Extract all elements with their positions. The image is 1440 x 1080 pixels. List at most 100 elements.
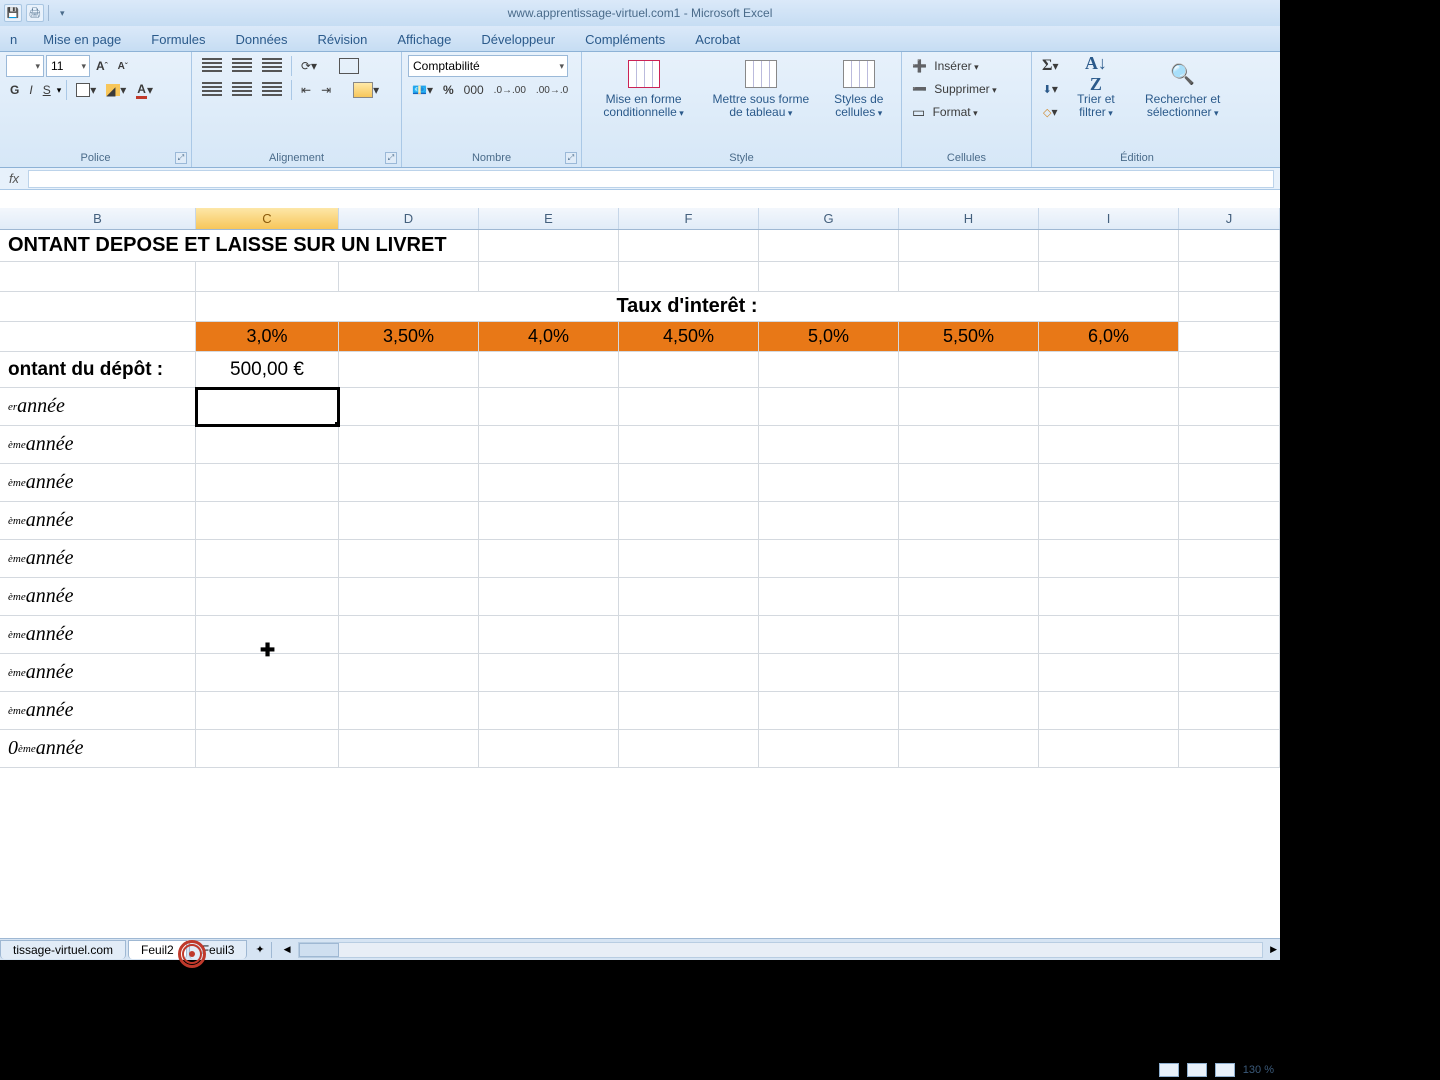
zoom-level[interactable]: 130 % bbox=[1243, 1064, 1274, 1076]
ribbon-tab-view[interactable]: Affichage bbox=[383, 28, 465, 51]
group-number: Comptabilité 💶▾ % 000 .0→.00 .00→.0 Nomb… bbox=[402, 52, 582, 167]
font-color-button[interactable]: A▾ bbox=[132, 79, 157, 101]
cell-deposit-label[interactable]: ontant du dépôt : bbox=[0, 352, 196, 388]
delete-button[interactable]: Supprimer bbox=[908, 78, 1001, 100]
ribbon-tab-addins[interactable]: Compléments bbox=[571, 28, 679, 51]
qat-dropdown-icon[interactable]: ▾ bbox=[60, 8, 65, 19]
alignment-dialog-icon[interactable]: ⤢ bbox=[385, 152, 397, 164]
fx-button[interactable]: fx bbox=[0, 171, 28, 186]
merge-button[interactable]: ▾ bbox=[349, 79, 383, 101]
decrease-decimal-button[interactable]: .00→.0 bbox=[532, 79, 572, 101]
cell-year-label-10[interactable]: 0ème année bbox=[0, 730, 196, 768]
spreadsheet-grid[interactable]: B C D E F G H I J ONTANT DEPOSE ET LAISS… bbox=[0, 190, 1280, 938]
accounting-format-button[interactable]: 💶▾ bbox=[408, 79, 437, 101]
formula-input[interactable] bbox=[28, 170, 1274, 188]
number-format-combo[interactable]: Comptabilité bbox=[408, 55, 568, 77]
cell-rate-4[interactable]: 5,0% bbox=[759, 322, 899, 352]
fill-color-button[interactable]: ◢▾ bbox=[102, 79, 130, 101]
align-middle-button[interactable] bbox=[228, 55, 256, 77]
font-name-combo[interactable] bbox=[6, 55, 44, 77]
horizontal-scrollbar[interactable] bbox=[298, 942, 1264, 958]
cell-rate-0[interactable]: 3,0% bbox=[196, 322, 339, 352]
cell-title[interactable]: ONTANT DEPOSE ET LAISSE SUR UN LIVRET bbox=[0, 230, 196, 262]
cell-year-label-4[interactable]: ème année bbox=[0, 502, 196, 540]
normal-view-button[interactable] bbox=[1159, 1063, 1179, 1077]
fill-button[interactable]: ▾ bbox=[1038, 78, 1063, 100]
cell-deposit-value[interactable]: 500,00 € bbox=[196, 352, 339, 388]
percent-button[interactable]: % bbox=[439, 79, 458, 101]
cell-rate-6[interactable]: 6,0% bbox=[1039, 322, 1179, 352]
row-deposit: ontant du dépôt : 500,00 € bbox=[0, 352, 1280, 388]
bold-button[interactable]: G bbox=[6, 79, 23, 101]
font-size-combo[interactable]: 11 bbox=[46, 55, 90, 77]
insert-button[interactable]: Insérer bbox=[908, 55, 983, 77]
col-header-h[interactable]: H bbox=[899, 208, 1039, 229]
print-icon[interactable]: 🖨 bbox=[26, 4, 44, 22]
col-header-c[interactable]: C bbox=[196, 208, 339, 229]
cell-year-label-7[interactable]: ème année bbox=[0, 616, 196, 654]
save-icon[interactable]: 💾 bbox=[4, 4, 22, 22]
conditional-format-button[interactable]: Mise en forme conditionnelle bbox=[588, 55, 699, 122]
underline-dropdown-icon[interactable]: ▾ bbox=[57, 85, 62, 96]
wrap-text-button[interactable] bbox=[335, 55, 363, 77]
align-center-button[interactable] bbox=[228, 79, 256, 101]
group-editing-label: Édition bbox=[1038, 150, 1236, 167]
active-cell[interactable] bbox=[196, 388, 339, 426]
orientation-button[interactable]: ⟳▾ bbox=[297, 55, 321, 77]
align-bottom-button[interactable] bbox=[258, 55, 286, 77]
format-button[interactable]: Format bbox=[908, 101, 982, 123]
cell-rate-5[interactable]: 5,50% bbox=[899, 322, 1039, 352]
col-header-e[interactable]: E bbox=[479, 208, 619, 229]
cell-year-label-1[interactable]: er année bbox=[0, 388, 196, 426]
number-dialog-icon[interactable]: ⤢ bbox=[565, 152, 577, 164]
cell-rate-1[interactable]: 3,50% bbox=[339, 322, 479, 352]
col-header-b[interactable]: B bbox=[0, 208, 196, 229]
align-top-button[interactable] bbox=[198, 55, 226, 77]
cell-interest-heading[interactable]: Taux d'interêt : bbox=[196, 292, 1179, 322]
cell-year-label-2[interactable]: ème année bbox=[0, 426, 196, 464]
cell-year-label-8[interactable]: ème année bbox=[0, 654, 196, 692]
cell-year-label-3[interactable]: ème année bbox=[0, 464, 196, 502]
ribbon-tab-developer[interactable]: Développeur bbox=[467, 28, 569, 51]
scroll-right-icon[interactable]: ▶ bbox=[1267, 944, 1280, 955]
page-layout-view-button[interactable] bbox=[1187, 1063, 1207, 1077]
cell-rate-3[interactable]: 4,50% bbox=[619, 322, 759, 352]
ribbon-tab-review[interactable]: Révision bbox=[304, 28, 382, 51]
cell-year-label-6[interactable]: ème année bbox=[0, 578, 196, 616]
sort-filter-button[interactable]: A↓Z Trier et filtrer bbox=[1068, 55, 1125, 122]
align-right-button[interactable] bbox=[258, 79, 286, 101]
scroll-left-icon[interactable]: ◀ bbox=[281, 944, 294, 955]
grow-font-button[interactable]: Aˆ bbox=[92, 55, 112, 77]
col-header-d[interactable]: D bbox=[339, 208, 479, 229]
col-header-f[interactable]: F bbox=[619, 208, 759, 229]
sheet-tab-1[interactable]: tissage-virtuel.com bbox=[0, 940, 126, 959]
underline-button[interactable]: S bbox=[39, 79, 55, 101]
cell-year-label-9[interactable]: ème année bbox=[0, 692, 196, 730]
font-dialog-icon[interactable]: ⤢ bbox=[175, 152, 187, 164]
cell-styles-button[interactable]: Styles de cellules bbox=[823, 55, 895, 122]
decrease-indent-button[interactable]: ⇤ bbox=[297, 79, 315, 101]
ribbon-tab-formulas[interactable]: Formules bbox=[137, 28, 219, 51]
increase-decimal-button[interactable]: .0→.00 bbox=[490, 79, 530, 101]
ribbon-tab-acrobat[interactable]: Acrobat bbox=[681, 28, 754, 51]
autosum-button[interactable]: Σ ▾ bbox=[1038, 55, 1063, 77]
ribbon-tab-data[interactable]: Données bbox=[221, 28, 301, 51]
borders-button[interactable]: ▾ bbox=[72, 79, 100, 101]
cell-year-label-5[interactable]: ème année bbox=[0, 540, 196, 578]
italic-button[interactable]: I bbox=[25, 79, 36, 101]
ribbon-tab-layout[interactable]: Mise en page bbox=[29, 28, 135, 51]
col-header-j[interactable]: J bbox=[1179, 208, 1280, 229]
page-break-view-button[interactable] bbox=[1215, 1063, 1235, 1077]
shrink-font-button[interactable]: Aˇ bbox=[114, 55, 132, 77]
new-sheet-icon[interactable]: ✦ bbox=[249, 943, 270, 956]
align-left-button[interactable] bbox=[198, 79, 226, 101]
ribbon-tab-partial[interactable]: n bbox=[4, 28, 27, 51]
cell-rate-2[interactable]: 4,0% bbox=[479, 322, 619, 352]
clear-button[interactable]: ▾ bbox=[1038, 101, 1063, 123]
find-select-button[interactable]: Rechercher et sélectionner bbox=[1129, 55, 1236, 122]
format-as-table-button[interactable]: Mettre sous forme de tableau bbox=[704, 55, 817, 122]
col-header-i[interactable]: I bbox=[1039, 208, 1179, 229]
thousand-sep-button[interactable]: 000 bbox=[460, 79, 488, 101]
col-header-g[interactable]: G bbox=[759, 208, 899, 229]
increase-indent-button[interactable]: ⇥ bbox=[317, 79, 335, 101]
